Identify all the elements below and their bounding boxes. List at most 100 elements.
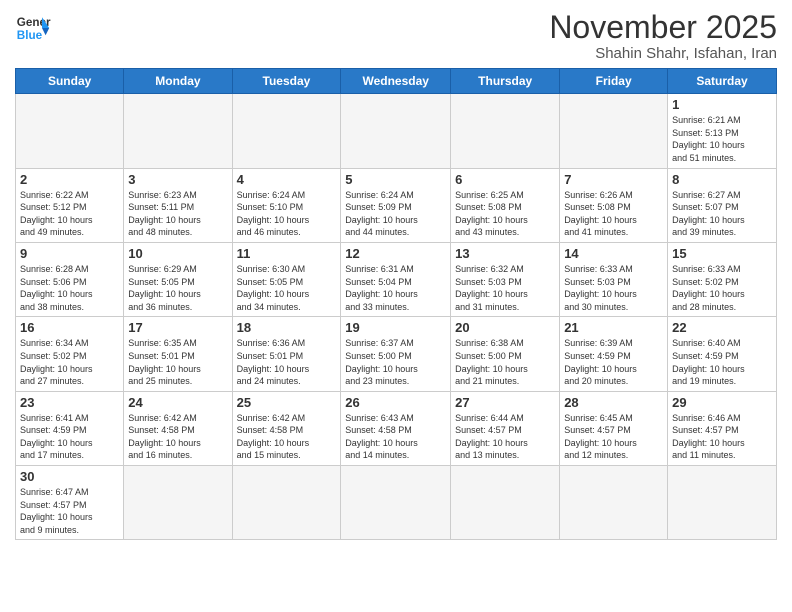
logo: General Blue General Blue [15,10,51,46]
calendar-cell: 24 Sunrise: 6:42 AM Sunset: 4:58 PM Dayli… [124,391,232,465]
calendar-cell: 23Sunrise: 6:41 AM Sunset: 4:59 PM Dayli… [16,391,124,465]
day-info: Sunrise: 6:37 AM Sunset: 5:00 PM Dayligh… [345,337,446,387]
day-info: Sunrise: 6:39 AM Sunset: 4:59 PM Dayligh… [564,337,663,387]
calendar-week-3: 16 Sunrise: 6:34 AM Sunset: 5:02 PM Dayli… [16,317,777,391]
day-number: 1 [672,97,772,112]
calendar-cell: 11 Sunrise: 6:30 AM Sunset: 5:05 PM Dayli… [232,242,341,316]
calendar-week-2: 9Sunrise: 6:28 AM Sunset: 5:06 PM Daylig… [16,242,777,316]
day-number: 13 [455,246,555,261]
day-number: 21 [564,320,663,335]
day-number: 24 [128,395,227,410]
day-info: Sunrise: 6:42 AM Sunset: 4:58 PM Dayligh… [237,412,337,462]
day-info: Sunrise: 6:33 AM Sunset: 5:03 PM Dayligh… [564,263,663,313]
calendar-cell: 30 Sunrise: 6:47 AM Sunset: 4:57 PM Dayli… [16,466,124,540]
day-number: 14 [564,246,663,261]
calendar-cell: 4Sunrise: 6:24 AM Sunset: 5:10 PM Daylig… [232,168,341,242]
calendar-cell: 28 Sunrise: 6:45 AM Sunset: 4:57 PM Dayli… [560,391,668,465]
calendar-week-5: 30 Sunrise: 6:47 AM Sunset: 4:57 PM Dayli… [16,466,777,540]
day-info: Sunrise: 6:27 AM Sunset: 5:07 PM Dayligh… [672,189,772,239]
calendar-cell: 8 Sunrise: 6:27 AM Sunset: 5:07 PM Daylig… [668,168,777,242]
calendar-cell [560,466,668,540]
day-number: 17 [128,320,227,335]
day-number: 22 [672,320,772,335]
calendar-week-4: 23Sunrise: 6:41 AM Sunset: 4:59 PM Dayli… [16,391,777,465]
calendar-cell [451,466,560,540]
day-number: 9 [20,246,119,261]
calendar-cell: 13 Sunrise: 6:32 AM Sunset: 5:03 PM Dayli… [451,242,560,316]
calendar-cell: 14 Sunrise: 6:33 AM Sunset: 5:03 PM Dayli… [560,242,668,316]
day-number: 26 [345,395,446,410]
calendar-cell [451,94,560,168]
calendar-cell: 5Sunrise: 6:24 AM Sunset: 5:09 PM Daylig… [341,168,451,242]
weekday-header-monday: Monday [124,69,232,94]
day-info: Sunrise: 6:36 AM Sunset: 5:01 PM Dayligh… [237,337,337,387]
calendar-cell: 9Sunrise: 6:28 AM Sunset: 5:06 PM Daylig… [16,242,124,316]
calendar-cell: 21 Sunrise: 6:39 AM Sunset: 4:59 PM Dayli… [560,317,668,391]
calendar-cell: 17 Sunrise: 6:35 AM Sunset: 5:01 PM Dayli… [124,317,232,391]
day-number: 3 [128,172,227,187]
calendar-cell [124,94,232,168]
day-number: 23 [20,395,119,410]
weekday-header-wednesday: Wednesday [341,69,451,94]
calendar-cell: 18 Sunrise: 6:36 AM Sunset: 5:01 PM Dayli… [232,317,341,391]
calendar-cell [341,94,451,168]
calendar-cell: 3Sunrise: 6:23 AM Sunset: 5:11 PM Daylig… [124,168,232,242]
day-number: 7 [564,172,663,187]
day-number: 11 [237,246,337,261]
day-info: Sunrise: 6:46 AM Sunset: 4:57 PM Dayligh… [672,412,772,462]
title-block: November 2025 Shahin Shahr, Isfahan, Ira… [549,10,777,62]
day-number: 6 [455,172,555,187]
day-number: 28 [564,395,663,410]
day-number: 15 [672,246,772,261]
calendar-cell: 26Sunrise: 6:43 AM Sunset: 4:58 PM Dayli… [341,391,451,465]
day-info: Sunrise: 6:32 AM Sunset: 5:03 PM Dayligh… [455,263,555,313]
day-info: Sunrise: 6:21 AM Sunset: 5:13 PM Dayligh… [672,114,772,164]
calendar-cell [232,94,341,168]
calendar-cell: 20 Sunrise: 6:38 AM Sunset: 5:00 PM Dayli… [451,317,560,391]
day-number: 16 [20,320,119,335]
calendar-cell: 10 Sunrise: 6:29 AM Sunset: 5:05 PM Dayli… [124,242,232,316]
day-number: 20 [455,320,555,335]
weekday-header-row: SundayMondayTuesdayWednesdayThursdayFrid… [16,69,777,94]
day-info: Sunrise: 6:35 AM Sunset: 5:01 PM Dayligh… [128,337,227,387]
generalblue-logo-icon: General Blue [15,10,51,46]
day-info: Sunrise: 6:38 AM Sunset: 5:00 PM Dayligh… [455,337,555,387]
weekday-header-thursday: Thursday [451,69,560,94]
page: General Blue General Blue November 2025 … [0,0,792,612]
day-info: Sunrise: 6:34 AM Sunset: 5:02 PM Dayligh… [20,337,119,387]
day-number: 2 [20,172,119,187]
calendar-cell [560,94,668,168]
day-number: 8 [672,172,772,187]
weekday-header-friday: Friday [560,69,668,94]
calendar-cell [668,466,777,540]
calendar-cell: 22Sunrise: 6:40 AM Sunset: 4:59 PM Dayli… [668,317,777,391]
day-info: Sunrise: 6:42 AM Sunset: 4:58 PM Dayligh… [128,412,227,462]
weekday-header-sunday: Sunday [16,69,124,94]
calendar-cell: 25Sunrise: 6:42 AM Sunset: 4:58 PM Dayli… [232,391,341,465]
day-number: 18 [237,320,337,335]
header: General Blue General Blue November 2025 … [15,10,777,62]
day-number: 10 [128,246,227,261]
calendar-cell: 16 Sunrise: 6:34 AM Sunset: 5:02 PM Dayli… [16,317,124,391]
calendar-table: SundayMondayTuesdayWednesdayThursdayFrid… [15,68,777,540]
calendar-week-0: 1 Sunrise: 6:21 AM Sunset: 5:13 PM Daylig… [16,94,777,168]
calendar-body: 1 Sunrise: 6:21 AM Sunset: 5:13 PM Daylig… [16,94,777,540]
day-info: Sunrise: 6:47 AM Sunset: 4:57 PM Dayligh… [20,486,119,536]
calendar-cell: 27Sunrise: 6:44 AM Sunset: 4:57 PM Dayli… [451,391,560,465]
day-number: 30 [20,469,119,484]
day-number: 5 [345,172,446,187]
day-info: Sunrise: 6:29 AM Sunset: 5:05 PM Dayligh… [128,263,227,313]
day-info: Sunrise: 6:22 AM Sunset: 5:12 PM Dayligh… [20,189,119,239]
day-info: Sunrise: 6:45 AM Sunset: 4:57 PM Dayligh… [564,412,663,462]
calendar-cell [16,94,124,168]
day-info: Sunrise: 6:44 AM Sunset: 4:57 PM Dayligh… [455,412,555,462]
calendar-cell [124,466,232,540]
weekday-header-tuesday: Tuesday [232,69,341,94]
weekday-header-saturday: Saturday [668,69,777,94]
calendar-cell: 12Sunrise: 6:31 AM Sunset: 5:04 PM Dayli… [341,242,451,316]
calendar-cell: 7Sunrise: 6:26 AM Sunset: 5:08 PM Daylig… [560,168,668,242]
day-info: Sunrise: 6:30 AM Sunset: 5:05 PM Dayligh… [237,263,337,313]
day-number: 19 [345,320,446,335]
day-number: 4 [237,172,337,187]
calendar-cell: 29Sunrise: 6:46 AM Sunset: 4:57 PM Dayli… [668,391,777,465]
